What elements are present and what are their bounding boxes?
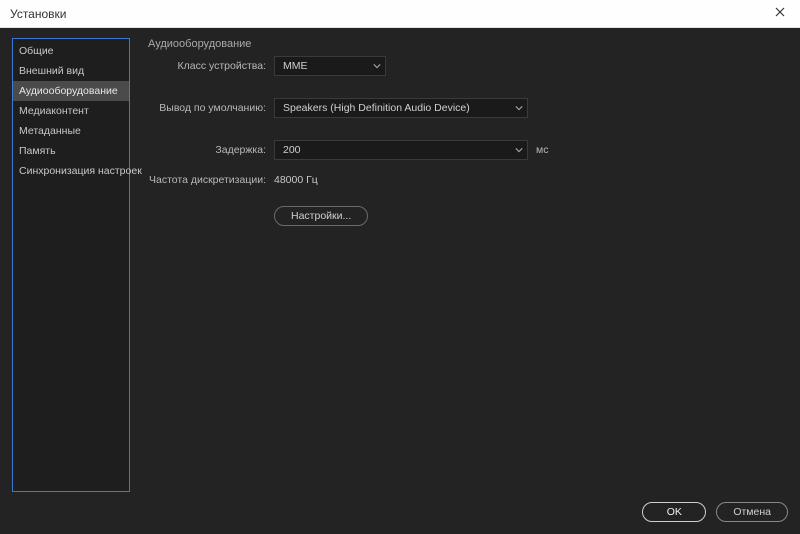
sidebar: Общие Внешний вид Аудиооборудование Меди…: [12, 38, 130, 492]
button-label: Настройки...: [291, 210, 351, 222]
sidebar-item-label: Синхронизация настроек: [19, 165, 142, 177]
dialog-footer: OK Отмена: [12, 492, 788, 522]
delay-unit: мс: [536, 144, 548, 156]
chevron-down-icon: [515, 104, 523, 112]
sidebar-item-media[interactable]: Медиаконтент: [13, 101, 129, 121]
chevron-down-icon: [373, 62, 381, 70]
sidebar-item-general[interactable]: Общие: [13, 41, 129, 61]
sidebar-item-appearance[interactable]: Внешний вид: [13, 61, 129, 81]
sidebar-item-label: Аудиооборудование: [19, 85, 118, 97]
row-device-class: Класс устройства: MME: [146, 56, 788, 76]
row-sample-rate: Частота дискретизации: 48000 Гц: [146, 174, 788, 186]
sidebar-item-label: Метаданные: [19, 125, 81, 137]
value-sample-rate: 48000 Гц: [274, 174, 318, 186]
button-label: OK: [667, 506, 682, 518]
label-default-output: Вывод по умолчанию:: [146, 102, 274, 114]
dropdown-device-class[interactable]: MME: [274, 56, 386, 76]
button-label: Отмена: [733, 506, 771, 518]
cancel-button[interactable]: Отмена: [716, 502, 788, 522]
content-panel: Аудиооборудование Класс устройства: MME …: [146, 38, 788, 492]
sidebar-item-memory[interactable]: Память: [13, 141, 129, 161]
ok-button[interactable]: OK: [642, 502, 706, 522]
close-icon: [775, 7, 785, 20]
sidebar-item-label: Общие: [19, 45, 54, 57]
dialog-body: Общие Внешний вид Аудиооборудование Меди…: [0, 28, 800, 534]
dropdown-value: Speakers (High Definition Audio Device): [283, 102, 470, 114]
label-sample-rate: Частота дискретизации:: [146, 174, 274, 186]
sidebar-item-label: Память: [19, 145, 56, 157]
sidebar-item-label: Внешний вид: [19, 65, 84, 77]
settings-button-row: Настройки...: [274, 206, 788, 226]
dropdown-delay[interactable]: 200: [274, 140, 528, 160]
preferences-dialog: Установки Общие Внешний вид Аудиооборудо…: [0, 0, 800, 534]
dropdown-default-output[interactable]: Speakers (High Definition Audio Device): [274, 98, 528, 118]
window-title: Установки: [10, 7, 66, 21]
settings-button[interactable]: Настройки...: [274, 206, 368, 226]
label-delay: Задержка:: [146, 144, 274, 156]
dropdown-value: 200: [283, 144, 301, 156]
row-delay: Задержка: 200 мс: [146, 140, 788, 160]
section-title: Аудиооборудование: [148, 38, 788, 50]
row-default-output: Вывод по умолчанию: Speakers (High Defin…: [146, 98, 788, 118]
sidebar-item-metadata[interactable]: Метаданные: [13, 121, 129, 141]
sidebar-item-label: Медиаконтент: [19, 105, 89, 117]
label-device-class: Класс устройства:: [146, 60, 274, 72]
sidebar-item-sync-settings[interactable]: Синхронизация настроек: [13, 161, 129, 181]
close-button[interactable]: [760, 0, 800, 28]
titlebar: Установки: [0, 0, 800, 28]
sidebar-item-audio-hardware[interactable]: Аудиооборудование: [13, 81, 129, 101]
main-area: Общие Внешний вид Аудиооборудование Меди…: [12, 38, 788, 492]
dropdown-value: MME: [283, 60, 308, 72]
chevron-down-icon: [515, 146, 523, 154]
